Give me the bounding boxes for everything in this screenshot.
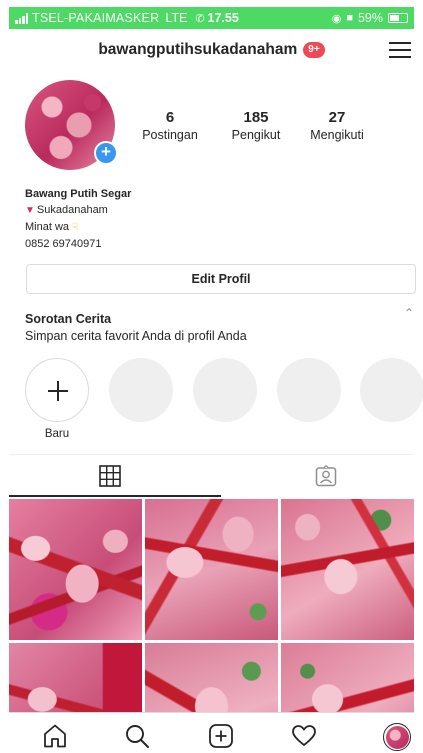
grid-photo[interactable] — [9, 499, 142, 640]
following-stat[interactable]: 27 Mengikuti — [302, 109, 372, 142]
screen-lock-icon: ◉ — [331, 12, 342, 25]
carrier-name: TSEL-PAKAIMASKER — [32, 11, 160, 25]
photo-grid — [9, 499, 414, 712]
location-pin-icon: ▼ — [25, 205, 35, 216]
grid-photo[interactable] — [145, 499, 278, 640]
highlight-placeholder — [193, 358, 257, 422]
battery-icon — [388, 13, 408, 23]
following-label: Mengikuti — [310, 128, 364, 142]
highlight-placeholder — [109, 358, 173, 422]
search-icon[interactable] — [124, 723, 150, 749]
following-count: 27 — [328, 109, 346, 126]
new-post-icon[interactable] — [208, 723, 234, 749]
activity-heart-icon[interactable] — [291, 723, 317, 749]
new-highlight-button[interactable] — [25, 358, 89, 422]
grid-photo[interactable] — [281, 499, 414, 640]
followers-stat[interactable]: 185 Pengikut — [224, 109, 288, 142]
network-type: LTE — [165, 11, 188, 25]
highlight-placeholder — [277, 358, 341, 422]
call-icon: ✆ — [195, 12, 205, 25]
profile-header: bawangputihsukadanaham 9+ — [0, 41, 423, 59]
bio-phone: 0852 69740971 — [25, 238, 102, 250]
bio-location: Sukadanaham — [36, 204, 108, 216]
home-icon[interactable] — [42, 723, 68, 749]
active-tab-indicator — [9, 495, 221, 497]
edit-profile-button[interactable]: Edit Profil — [26, 264, 416, 294]
collapse-chevron-icon[interactable]: ⌃ — [404, 306, 414, 320]
profile-bio: Bawang Putih Segar ▼ Sukadanaham Minat wa… — [25, 186, 131, 252]
grid-photo[interactable] — [9, 643, 142, 712]
alarm-icon: ■ — [346, 12, 353, 24]
posts-stat[interactable]: 6 Postingan — [140, 109, 200, 142]
new-highlight-label: Baru — [44, 428, 70, 440]
followers-count: 185 — [243, 109, 269, 126]
grid-photo[interactable] — [281, 643, 414, 712]
username[interactable]: bawangputihsukadanaham — [98, 41, 297, 59]
grid-photo[interactable] — [145, 643, 278, 712]
bio-text: Minat wa — [25, 221, 70, 233]
highlights-title: Sorotan Cerita — [25, 312, 112, 326]
highlights-subtitle: Simpan cerita favorit Anda di profil And… — [25, 329, 247, 343]
hamburger-menu-icon[interactable] — [389, 41, 411, 59]
posts-count: 6 — [165, 109, 175, 126]
display-name: Bawang Putih Segar — [25, 188, 132, 200]
highlight-placeholder — [360, 358, 423, 422]
bottom-navigation — [9, 712, 414, 753]
tab-tagged[interactable] — [212, 455, 414, 497]
profile-tabs — [9, 454, 414, 496]
battery-percent: 59% — [357, 11, 383, 25]
notification-badge[interactable]: 9+ — [303, 42, 325, 58]
grid-icon — [99, 465, 121, 487]
clock: 17.55 — [207, 11, 239, 25]
add-story-plus-icon[interactable]: + — [94, 141, 118, 165]
signal-icon — [15, 12, 28, 24]
pointing-hand-icon: ☟ — [72, 222, 79, 233]
profile-tab-avatar[interactable] — [383, 723, 411, 751]
tagged-person-icon — [315, 465, 337, 487]
status-bar: TSEL-PAKAIMASKER LTE ✆ 17.55 ◉ ■ 59% — [9, 7, 414, 29]
followers-label: Pengikut — [231, 128, 281, 142]
tab-grid[interactable] — [9, 455, 211, 497]
posts-label: Postingan — [142, 128, 198, 142]
